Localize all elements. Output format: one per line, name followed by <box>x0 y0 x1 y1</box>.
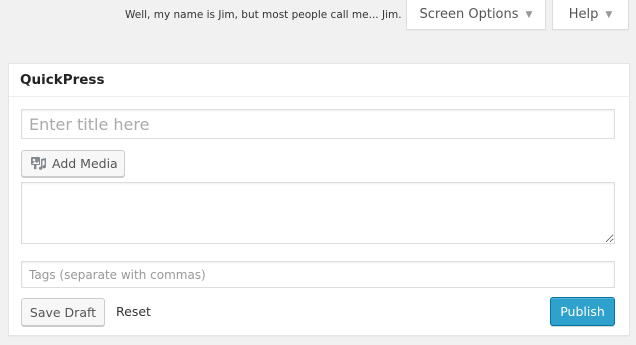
save-draft-button[interactable]: Save Draft <box>21 298 105 326</box>
post-content-textarea[interactable] <box>21 182 615 244</box>
dropdown-arrow-icon: ▼ <box>605 9 613 20</box>
publish-button[interactable]: Publish <box>550 297 615 326</box>
post-title-input[interactable] <box>21 109 615 139</box>
reset-link[interactable]: Reset <box>116 298 151 326</box>
top-bar: Well, my name is Jim, but most people ca… <box>0 0 636 44</box>
greeting-text: Well, my name is Jim, but most people ca… <box>125 9 402 21</box>
add-media-button[interactable]: Add Media <box>21 150 125 177</box>
tags-input[interactable] <box>21 261 615 288</box>
widget-title: QuickPress <box>9 64 629 97</box>
media-icon <box>30 156 47 171</box>
help-tab[interactable]: Help ▼ <box>552 0 629 30</box>
help-label: Help <box>568 7 599 22</box>
screen-options-tab[interactable]: Screen Options ▼ <box>406 0 546 30</box>
screen-options-label: Screen Options <box>419 7 519 22</box>
dropdown-arrow-icon: ▼ <box>525 9 533 20</box>
quickpress-widget: QuickPress Add Media Save Draft Reset Pu… <box>8 63 630 336</box>
add-media-label: Add Media <box>52 156 118 171</box>
